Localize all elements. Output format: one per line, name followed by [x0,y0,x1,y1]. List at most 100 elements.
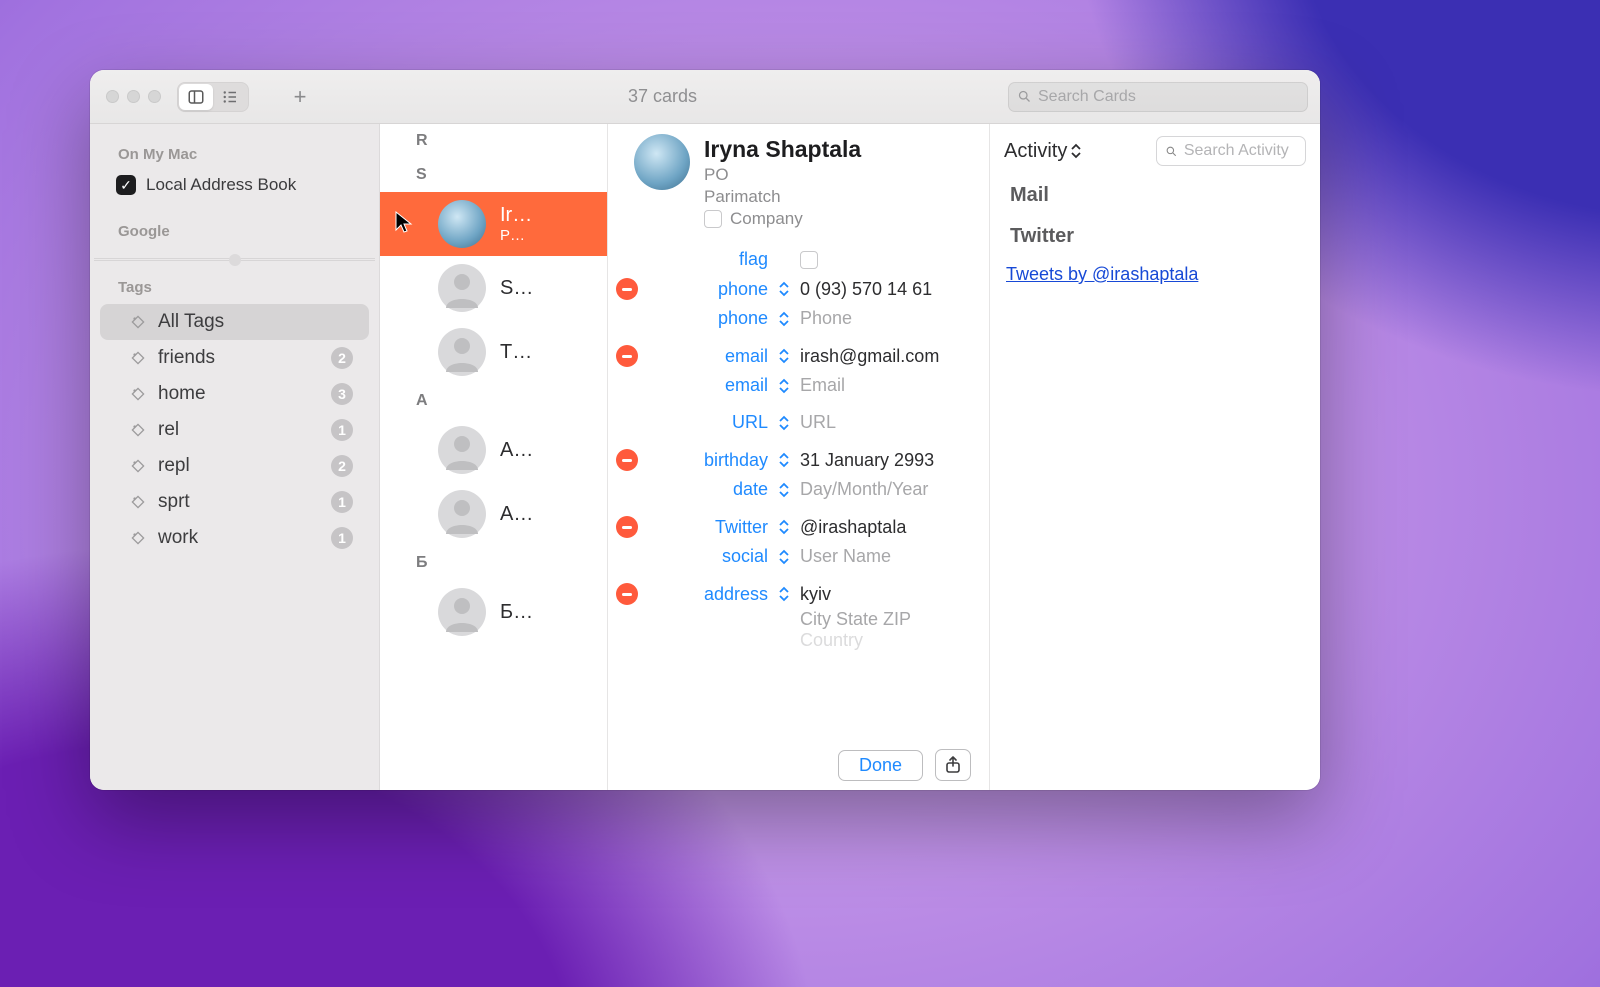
contact-list-row[interactable]: A… [380,418,607,482]
phone-1-value[interactable]: 0 (93) 570 14 61 [800,279,971,300]
remove-email-1-button[interactable] [616,345,638,367]
date-label[interactable]: date [648,479,768,500]
tag-label: friends [158,347,321,369]
plus-icon: + [294,84,307,110]
tag-item-rel[interactable]: rel1 [100,412,369,448]
tag-label: home [158,383,321,405]
remove-address-button[interactable] [616,583,638,605]
add-contact-button[interactable]: + [283,83,317,111]
tag-item-all-tags[interactable]: All Tags [100,304,369,340]
contact-row-name: A… [500,503,533,526]
tweets-link[interactable]: Tweets by @irashaptala [1006,264,1304,285]
email-1-label[interactable]: email [648,346,768,367]
remove-birthday-button[interactable] [616,449,638,471]
tag-count-badge: 2 [331,347,353,369]
address-line2[interactable]: City State ZIP [800,609,971,630]
twitter-type-picker[interactable] [774,519,794,535]
activity-search-input[interactable] [1184,142,1297,160]
phone-1-label[interactable]: phone [648,279,768,300]
social-label[interactable]: social [648,546,768,567]
activity-search[interactable] [1156,136,1306,166]
email-1-value[interactable]: irash@gmail.com [800,346,971,367]
address-value[interactable]: kyiv [800,584,971,605]
list-section-Б: Б [380,546,607,580]
activity-header: Activity [1004,136,1306,166]
contact-title[interactable]: PO [704,165,861,185]
toolbar-search[interactable] [1008,82,1308,112]
address-type-picker[interactable] [774,586,794,602]
tag-item-work[interactable]: work1 [100,520,369,556]
sidebar-icon [187,88,205,106]
sidebar-item-label: Local Address Book [146,175,296,195]
contact-fields: flag phone 0 (93) 570 14 61 phone Phone [608,245,989,711]
contact-row-sub: P… [500,227,532,244]
toolbar: + 37 cards [90,70,1320,124]
done-button[interactable]: Done [838,750,923,781]
birthday-type-picker[interactable] [774,452,794,468]
list-section-A: A [380,384,607,418]
email-2-type-picker[interactable] [774,378,794,394]
url-label[interactable]: URL [648,412,768,433]
tag-label: All Tags [158,311,353,333]
tag-item-sprt[interactable]: sprt1 [100,484,369,520]
contact-avatar-placeholder [438,264,486,312]
toolbar-search-input[interactable] [1038,88,1299,106]
contact-avatar-placeholder [438,588,486,636]
birthday-value[interactable]: 31 January 2993 [800,450,971,471]
search-icon [1017,89,1032,104]
sidebar-section-google: Google [90,215,379,246]
tag-icon [128,456,148,476]
phone-2-type-picker[interactable] [774,311,794,327]
social-placeholder[interactable]: User Name [800,546,971,567]
close-window-button[interactable] [106,90,119,103]
twitter-label[interactable]: Twitter [648,517,768,538]
tag-label: sprt [158,491,321,513]
contact-list-row[interactable]: A… [380,482,607,546]
phone-1-type-picker[interactable] [774,281,794,297]
contact-name[interactable]: Iryna Shaptala [704,136,861,163]
url-type-picker[interactable] [774,415,794,431]
share-button[interactable] [935,749,971,781]
birthday-label[interactable]: birthday [648,450,768,471]
tag-item-home[interactable]: home3 [100,376,369,412]
remove-twitter-button[interactable] [616,516,638,538]
contact-list-row[interactable]: S… [380,256,607,320]
contact-organization[interactable]: Parimatch [704,187,861,207]
email-2-placeholder[interactable]: Email [800,375,971,396]
tag-label: rel [158,419,321,441]
email-1-type-picker[interactable] [774,348,794,364]
tag-icon [128,384,148,404]
date-type-picker[interactable] [774,482,794,498]
field-email-1: email irash@gmail.com [608,341,989,371]
tag-item-repl[interactable]: repl2 [100,448,369,484]
detail-footer: Done [608,740,989,790]
company-toggle-row: Company [704,209,861,229]
phone-2-label[interactable]: phone [648,308,768,329]
checkbox-checked-icon[interactable]: ✓ [116,175,136,195]
twitter-value[interactable]: @irashaptala [800,517,971,538]
list-view-button[interactable] [213,84,247,110]
flag-checkbox[interactable] [800,251,818,269]
url-placeholder[interactable]: URL [800,412,971,433]
minimize-window-button[interactable] [127,90,140,103]
sidebar-view-button[interactable] [179,84,213,110]
social-type-picker[interactable] [774,549,794,565]
activity-picker[interactable]: Activity [1004,140,1081,163]
contact-list-row[interactable]: Ir…P… [380,192,607,256]
tag-item-friends[interactable]: friends 2 [100,340,369,376]
date-placeholder[interactable]: Day/Month/Year [800,479,971,500]
contact-list-row[interactable]: T… [380,320,607,384]
sidebar-split-handle[interactable] [94,258,375,261]
sidebar-local-address-book[interactable]: ✓ Local Address Book [90,169,379,201]
zoom-window-button[interactable] [148,90,161,103]
company-checkbox[interactable] [704,210,722,228]
email-2-label[interactable]: email [648,375,768,396]
field-email-2: email Email [608,371,989,400]
window-body: On My Mac ✓ Local Address Book Google Ta… [90,124,1320,790]
address-line3[interactable]: Country [800,630,971,651]
address-label[interactable]: address [648,584,768,605]
contact-list-row[interactable]: Б… [380,580,607,644]
phone-2-placeholder[interactable]: Phone [800,308,971,329]
contact-avatar[interactable] [634,134,690,190]
remove-phone-1-button[interactable] [616,278,638,300]
